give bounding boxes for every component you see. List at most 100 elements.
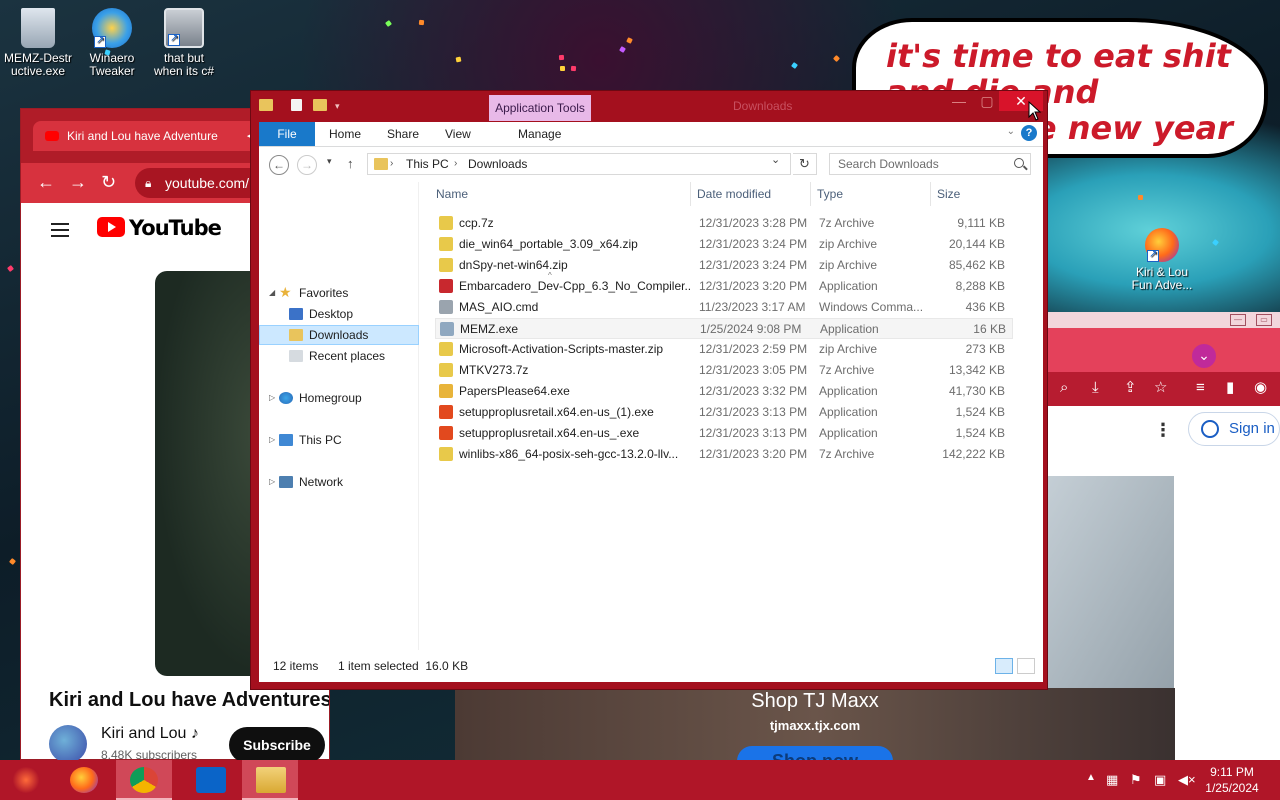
confetti-piece xyxy=(558,54,565,61)
column-header-date[interactable]: Date modified xyxy=(697,182,771,206)
file-row[interactable]: dnSpy-net-win64.zip 12/31/2023 3:24 PM zip… xyxy=(435,255,1013,276)
youtube-logo-text[interactable]: YouTube xyxy=(129,216,222,240)
address-bar[interactable]: › This PC › Downloads xyxy=(367,153,791,175)
search-input[interactable]: Search Downloads xyxy=(829,153,1031,175)
expand-arrow-icon[interactable]: ▷ xyxy=(269,430,275,450)
youtube-tab[interactable]: Kiri and Lou have Adventure ◀) xyxy=(33,121,263,151)
desktop-icon-kiri-lou[interactable]: Kiri & LouFun Adve... xyxy=(1126,228,1198,292)
column-header-name[interactable]: Name xyxy=(436,182,468,206)
profile-avatar-icon[interactable]: ◉ xyxy=(1254,380,1267,396)
desktop-icon-that-but-csharp[interactable]: that butwhen its c# xyxy=(148,8,220,78)
nav-favorites[interactable]: ◢ ★ Favorites xyxy=(259,283,419,303)
share-icon[interactable]: ⇪ xyxy=(1124,380,1137,396)
nav-downloads[interactable]: Downloads xyxy=(259,325,419,345)
system-clock[interactable]: 9:11 PM 1/25/2024 xyxy=(1196,764,1268,796)
download-icon[interactable]: ⤓ xyxy=(1092,380,1099,396)
tab-share[interactable]: Share xyxy=(387,122,419,146)
subscribe-button[interactable]: Subscribe xyxy=(229,727,325,763)
expand-ribbon-icon[interactable]: ⌄ xyxy=(1007,126,1015,137)
file-date-modified: 12/31/2023 3:20 PM xyxy=(699,279,808,293)
recent-locations-icon[interactable]: ▾ xyxy=(327,156,332,167)
channel-name[interactable]: Kiri and Lou ♪ xyxy=(101,725,199,743)
breadcrumb-downloads[interactable]: Downloads xyxy=(468,154,527,174)
file-row[interactable]: MAS_AIO.cmd 11/23/2023 3:17 AM Windows Com… xyxy=(435,297,1013,318)
nav-desktop[interactable]: Desktop xyxy=(259,304,419,324)
hamburger-menu-icon[interactable] xyxy=(51,223,69,237)
more-options-icon[interactable]: ⋮ xyxy=(1154,420,1172,441)
file-row[interactable]: die_win64_portable_3.09_x64.zip 12/31/202… xyxy=(435,234,1013,255)
tab-view[interactable]: View xyxy=(445,122,471,146)
desktop-icon-memz-destructive[interactable]: MEMZ-Destr uctive.exe xyxy=(2,8,74,78)
sign-in-button[interactable]: Sign in xyxy=(1188,412,1280,446)
file-row[interactable]: setupproplusretail.x64.en-us_.exe 12/31/2… xyxy=(435,423,1013,444)
column-separator[interactable] xyxy=(810,182,811,206)
tab-file[interactable]: File xyxy=(259,122,315,146)
channel-avatar[interactable] xyxy=(49,725,87,763)
expand-arrow-icon[interactable]: ◢ xyxy=(269,283,275,303)
file-row[interactable]: winlibs-x86_64-posix-seh-gcc-13.2.0-llv.… xyxy=(435,444,1013,465)
reading-list-icon[interactable]: ≡ xyxy=(1196,380,1205,396)
file-row[interactable]: setupproplusretail.x64.en-us_(1).exe 12/3… xyxy=(435,402,1013,423)
maximize-button[interactable]: ▭ xyxy=(1256,314,1272,326)
tab-home[interactable]: Home xyxy=(329,122,361,146)
column-header-type[interactable]: Type xyxy=(817,182,843,206)
flag-icon[interactable]: ⚑ xyxy=(1130,772,1142,788)
taskbar-chrome[interactable] xyxy=(116,760,172,800)
action-center-icon[interactable]: ▦ xyxy=(1106,772,1118,788)
nav-recent-places[interactable]: Recent places xyxy=(259,346,419,366)
properties-icon[interactable] xyxy=(291,99,302,111)
forward-arrow-icon[interactable]: → xyxy=(69,173,87,191)
maximize-button[interactable]: ▢ xyxy=(973,91,1001,111)
large-icons-view-icon[interactable] xyxy=(1017,658,1035,674)
file-name: setupproplusretail.x64.en-us_(1).exe xyxy=(459,405,654,419)
desktop-icon-winaero-tweaker[interactable]: WinaeroTweaker xyxy=(76,8,148,78)
chevron-right-icon[interactable]: › xyxy=(454,154,457,174)
reload-icon[interactable]: ↻ xyxy=(101,173,116,191)
start-button[interactable] xyxy=(0,760,56,800)
address-dropdown-icon[interactable]: ⌄ xyxy=(771,153,780,166)
bookmark-star-icon[interactable]: ☆ xyxy=(1154,380,1167,396)
network-icon[interactable]: ▣ xyxy=(1154,772,1166,788)
forward-arrow-icon[interactable]: → xyxy=(297,155,317,175)
sidebar-icon[interactable]: ▮ xyxy=(1226,380,1234,396)
column-header-size[interactable]: Size xyxy=(937,182,960,206)
expand-arrow-icon[interactable]: ▷ xyxy=(269,388,275,408)
refresh-icon[interactable]: ↻ xyxy=(793,153,817,175)
show-hidden-icons-icon[interactable]: ▲ xyxy=(1086,772,1096,783)
minimize-button[interactable]: — xyxy=(945,91,973,111)
file-row[interactable]: Microsoft-Activation-Scripts-master.zip 1… xyxy=(435,339,1013,360)
folder-icon[interactable] xyxy=(259,99,273,111)
new-folder-icon[interactable] xyxy=(313,99,327,111)
file-row[interactable]: MTKV273.7z 12/31/2023 3:05 PM 7z Archive 13… xyxy=(435,360,1013,381)
up-arrow-icon[interactable]: ↑ xyxy=(347,156,354,171)
file-row[interactable]: PapersPlease64.exe 12/31/2023 3:32 PM Appl… xyxy=(435,381,1013,402)
search-icon[interactable]: ⌕ xyxy=(1060,380,1068,396)
nav-network[interactable]: ▷ Network xyxy=(259,472,419,492)
volume-muted-icon[interactable]: ◀× xyxy=(1178,772,1196,788)
chevron-down-icon[interactable]: ⌄ xyxy=(1192,344,1216,368)
details-view-icon[interactable] xyxy=(995,658,1013,674)
back-arrow-icon[interactable]: ← xyxy=(37,173,55,191)
column-separator[interactable] xyxy=(930,182,931,206)
file-date-modified: 12/31/2023 3:13 PM xyxy=(699,426,808,440)
column-separator[interactable] xyxy=(690,182,691,206)
nav-homegroup[interactable]: ▷ Homegroup xyxy=(259,388,419,408)
tab-manage[interactable]: Manage xyxy=(518,122,561,146)
back-arrow-icon[interactable]: ← xyxy=(269,155,289,175)
chevron-right-icon[interactable]: › xyxy=(390,154,393,174)
taskbar-outlook[interactable] xyxy=(182,760,238,800)
minimize-button[interactable]: — xyxy=(1230,314,1246,326)
file-row[interactable]: ccp.7z 12/31/2023 3:28 PM 7z Archive 9,111 … xyxy=(435,213,1013,234)
breadcrumb-this-pc[interactable]: This PC xyxy=(406,154,449,174)
ad-banner[interactable]: Shop TJ Maxx tjmaxx.tjx.com Shop now xyxy=(455,688,1175,776)
youtube-logo-icon[interactable] xyxy=(97,217,125,237)
expand-arrow-icon[interactable]: ▷ xyxy=(269,472,275,492)
nav-this-pc[interactable]: ▷ This PC xyxy=(259,430,419,450)
help-icon[interactable]: ? xyxy=(1021,125,1037,141)
taskbar-file-explorer[interactable] xyxy=(242,760,298,800)
taskbar-firefox[interactable] xyxy=(56,760,112,800)
file-row[interactable]: Embarcadero_Dev-Cpp_6.3_No_Compiler... 12… xyxy=(435,276,1013,297)
application-tools-tab[interactable]: Application Tools xyxy=(489,95,591,121)
chevron-down-icon[interactable]: ▾ xyxy=(335,101,349,113)
file-row[interactable]: MEMZ.exe 1/25/2024 9:08 PM Application 16 K… xyxy=(435,318,1013,339)
